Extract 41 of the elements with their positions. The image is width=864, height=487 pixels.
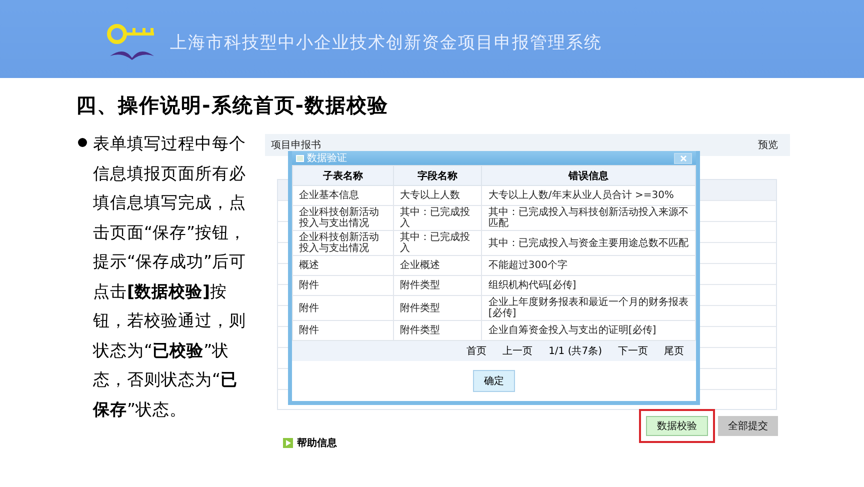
dialog-title: 数据验证 (307, 152, 347, 165)
table-cell: 其中：已完成投入与科技创新活动投入来源不匹配 (482, 206, 696, 230)
action-button[interactable]: 全部提交 (718, 416, 778, 436)
table-cell: 其中：已完成投入与资金主要用途总数不匹配 (482, 230, 696, 256)
preview-link[interactable]: 预览 (758, 138, 778, 152)
system-title: 上海市科技型中小企业技术创新资金项目申报管理系统 (170, 32, 602, 54)
table-cell: 大专以上人数 (393, 186, 482, 206)
table-cell: 其中：已完成投入 (393, 230, 482, 256)
pager-link[interactable]: 首页 (466, 344, 487, 358)
table-cell: 企业科技创新活动投入与支出情况 (292, 206, 394, 230)
pager-link[interactable]: 上一页 (502, 344, 533, 358)
table-cell: 其中：已完成投入 (393, 206, 482, 230)
table-cell: 附件类型 (393, 276, 482, 296)
column-header: 错误信息 (482, 166, 696, 186)
table-cell: 概述 (292, 256, 394, 276)
table-cell: 附件类型 (393, 296, 482, 320)
bullet-text: 表单填写过程中每个信息填报页面所有必填信息填写完成，点击页面“保存”按钮，提示“保存成功”后可点击[数据校验]按钮，若校验通过，则状态为“已校验”状态，否则状态为“已保存”状态。 (93, 133, 248, 420)
help-link[interactable]: 帮助信息 (297, 436, 337, 450)
pager-link[interactable]: 下一页 (618, 344, 648, 358)
bullet-icon (78, 138, 87, 147)
column-header: 子表名称 (292, 166, 394, 186)
pager-link[interactable]: 尾页 (664, 344, 684, 358)
close-button[interactable] (674, 152, 692, 164)
table-cell: 企业概述 (393, 256, 482, 276)
table-cell: 企业上年度财务报表和最近一个月的财务报表[必传] (482, 296, 696, 320)
action-button[interactable]: 数据校验 (646, 416, 708, 436)
table-cell: 附件 (292, 296, 394, 320)
pager-link[interactable]: 1/1 (共7条) (548, 344, 602, 358)
table-cell: 大专以上人数/年末从业人员合计 >=30% (482, 186, 696, 206)
table-cell: 组织机构代码[必传] (482, 276, 696, 296)
column-header: 字段名称 (393, 166, 482, 186)
window-icon (296, 154, 304, 162)
close-icon (680, 154, 686, 162)
table-cell: 附件 (292, 276, 394, 296)
table-cell: 企业科技创新活动投入与支出情况 (292, 230, 394, 256)
slide-heading: 四、操作说明-系统首页-数据校验 (76, 92, 390, 119)
toolbar-title: 项目申报书 (271, 138, 321, 152)
play-icon (283, 438, 293, 448)
table-cell: 企业基本信息 (292, 186, 394, 206)
table-cell: 不能超过300个字 (482, 256, 696, 276)
confirm-button[interactable]: 确定 (473, 370, 515, 392)
